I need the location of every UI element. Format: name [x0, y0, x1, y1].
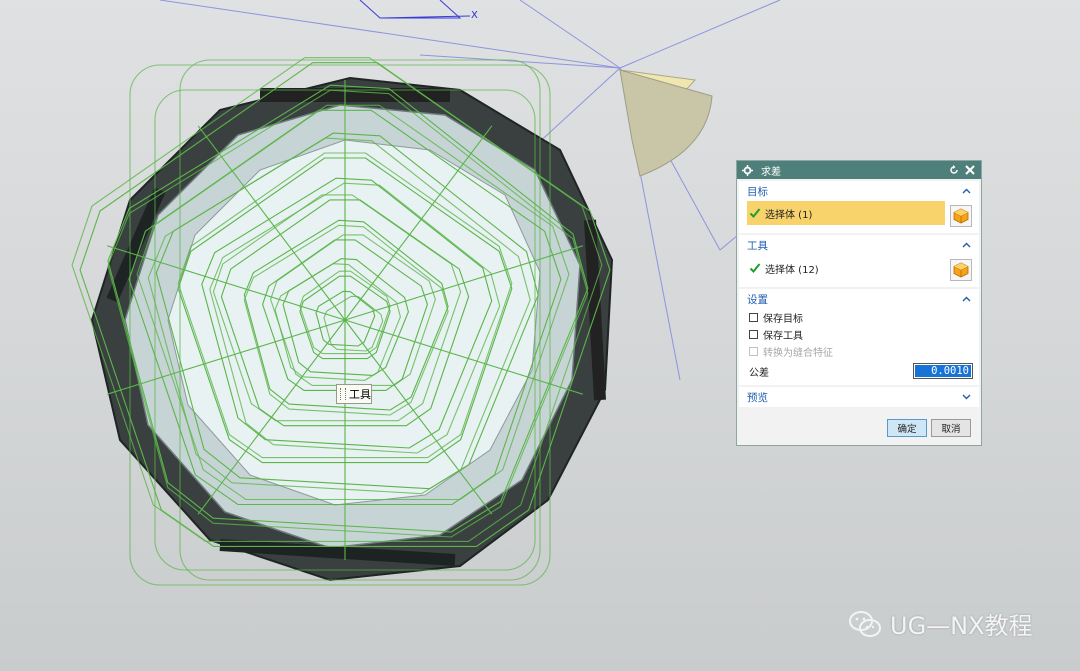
cube-icon	[953, 262, 969, 278]
target-header[interactable]: 目标	[739, 181, 979, 201]
chevron-up-icon[interactable]	[961, 240, 971, 250]
keep-tool-checkbox[interactable]	[749, 330, 758, 339]
preview-header[interactable]: 预览	[739, 387, 979, 407]
convert-feature-checkbox	[749, 347, 758, 356]
keep-tool-option[interactable]: 保存工具	[739, 326, 979, 343]
gear-icon[interactable]	[741, 164, 753, 176]
wechat-icon	[849, 610, 881, 637]
subtract-dialog: 求差 目标 选择体 (1) 工具 选择体 (12) 设置 保存目标 保存工具 转…	[736, 160, 982, 446]
target-selection-text: 选择体 (1)	[765, 209, 813, 221]
tolerance-row: 公差 0.0010	[739, 360, 979, 382]
preview-group: 预览	[739, 387, 979, 407]
tooltip-label: 工具	[349, 388, 371, 401]
x-axis-label: X	[471, 10, 478, 21]
convert-feature-option: 转换为缝合特征	[739, 343, 979, 360]
watermark: UG—NX教程	[848, 606, 1033, 641]
reset-icon[interactable]	[947, 163, 961, 177]
keep-target-label: 保存目标	[763, 314, 803, 325]
select-body-button[interactable]	[950, 205, 972, 227]
cube-icon	[953, 208, 969, 224]
target-group: 目标 选择体 (1)	[739, 181, 979, 233]
keep-target-option[interactable]: 保存目标	[739, 309, 979, 326]
settings-group: 设置 保存目标 保存工具 转换为缝合特征 公差 0.0010	[739, 289, 979, 385]
tool-tooltip: 工具	[336, 384, 372, 404]
chevron-up-icon[interactable]	[961, 294, 971, 304]
tolerance-value: 0.0010	[915, 365, 971, 377]
dialog-title-bar[interactable]: 求差	[737, 161, 981, 179]
ok-button[interactable]: 确定	[887, 419, 927, 437]
keep-target-checkbox[interactable]	[749, 313, 758, 322]
cancel-button[interactable]: 取消	[931, 419, 971, 437]
select-body-button[interactable]	[950, 259, 972, 281]
tool-header[interactable]: 工具	[739, 235, 979, 255]
target-select-body[interactable]: 选择体 (1)	[747, 201, 945, 225]
tool-select-body[interactable]: 选择体 (12)	[739, 255, 979, 281]
watermark-text: UG—NX教程	[890, 612, 1033, 640]
tolerance-input[interactable]: 0.0010	[913, 363, 973, 379]
datum-wedge	[619, 69, 713, 177]
dialog-buttons: 确定 取消	[887, 419, 971, 437]
dialog-title: 求差	[761, 166, 781, 178]
preview-header-label: 预览	[747, 391, 768, 404]
check-icon	[749, 263, 761, 273]
target-header-label: 目标	[747, 185, 768, 198]
check-icon	[749, 208, 761, 218]
tolerance-label: 公差	[749, 367, 769, 379]
grip-icon	[340, 388, 346, 400]
tool-header-label: 工具	[747, 239, 768, 252]
chevron-down-icon[interactable]	[961, 392, 971, 402]
chevron-up-icon[interactable]	[961, 186, 971, 196]
convert-feature-label: 转换为缝合特征	[763, 348, 833, 359]
settings-header[interactable]: 设置	[739, 289, 979, 309]
keep-tool-label: 保存工具	[763, 331, 803, 342]
close-icon[interactable]	[963, 163, 977, 177]
tool-selection-text: 选择体 (12)	[765, 264, 819, 276]
settings-header-label: 设置	[747, 293, 768, 306]
tool-group: 工具 选择体 (12)	[739, 235, 979, 287]
